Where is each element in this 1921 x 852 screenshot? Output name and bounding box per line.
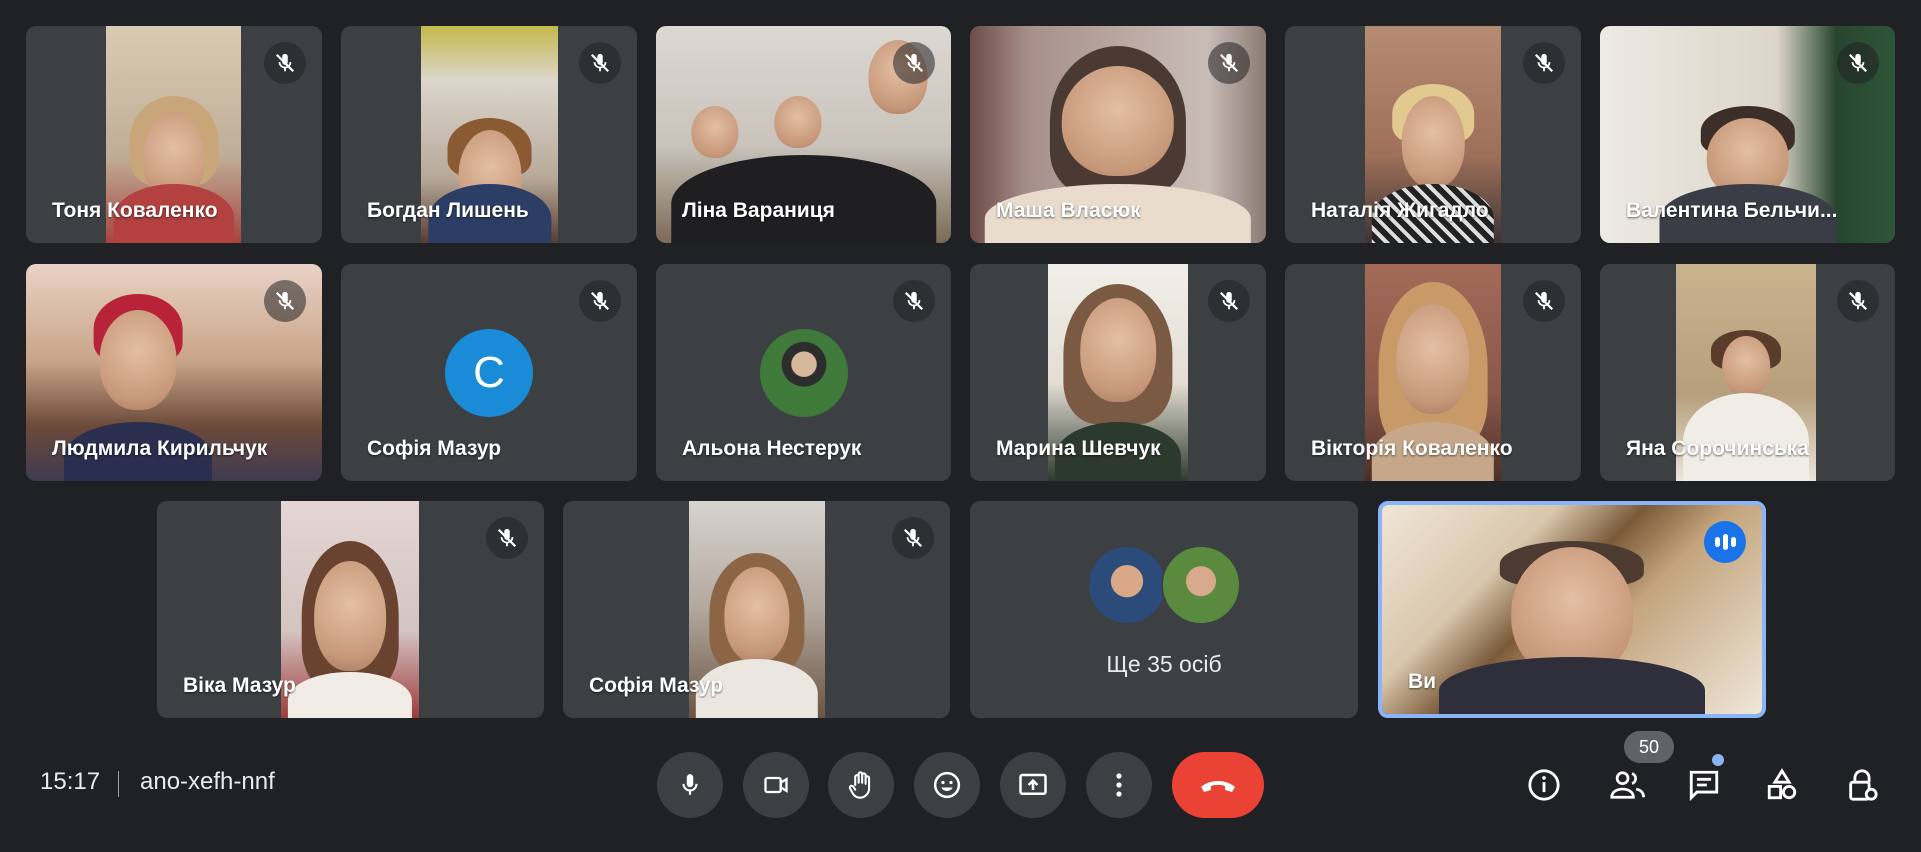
participant-name: Богдан Лишень: [367, 199, 529, 222]
reactions-button[interactable]: [914, 752, 980, 818]
more-participants-label: Ще 35 осіб: [1106, 651, 1222, 677]
participant-tile[interactable]: C Софія Мазур: [341, 264, 637, 481]
raise-hand-icon: [848, 771, 871, 799]
mic-off-icon: [893, 280, 935, 322]
end-call-icon: [1201, 781, 1235, 792]
mic-off-icon: [579, 42, 621, 84]
self-tile[interactable]: Ви: [1378, 501, 1766, 718]
meeting-time: 15:17: [40, 768, 101, 795]
mic-off-icon: [579, 280, 621, 322]
video-face: [724, 567, 790, 663]
activities-icon: [1767, 768, 1797, 800]
chat-icon: [1689, 770, 1719, 802]
participant-name: Маша Власюк: [996, 199, 1141, 222]
participant-name: Марина Шевчук: [996, 437, 1161, 460]
participant-name: Софія Мазур: [589, 674, 724, 697]
people-button[interactable]: [1606, 763, 1650, 807]
camera-icon: [764, 776, 788, 794]
video-face: [314, 561, 386, 671]
microphone-icon: [682, 774, 698, 795]
more-options-icon: [1116, 773, 1122, 797]
chat-button[interactable]: [1682, 763, 1726, 807]
participant-name: Валентина Бельчи...: [1626, 199, 1838, 222]
people-count-badge: 50: [1624, 731, 1674, 763]
participant-name: Альона Нестерук: [682, 437, 862, 460]
end-call-button[interactable]: [1172, 752, 1264, 818]
participant-tile[interactable]: Валентина Бельчи...: [1600, 26, 1895, 243]
video-clothes: [287, 671, 413, 718]
mic-off-icon: [1208, 42, 1250, 84]
participant-name: Віка Мазур: [183, 674, 296, 697]
video-face: [1080, 298, 1156, 402]
participant-tile[interactable]: Марина Шевчук: [970, 264, 1266, 481]
unread-indicator: [1712, 754, 1724, 766]
participant-name: Вікторія Коваленко: [1311, 437, 1513, 460]
mic-off-icon: [1523, 42, 1565, 84]
video-face: [1401, 96, 1465, 188]
divider: [118, 771, 119, 797]
participant-name: Софія Мазур: [367, 437, 502, 460]
info-icon: [1528, 769, 1560, 801]
video-clothes: [1439, 657, 1705, 714]
participant-tile[interactable]: Софія Мазур: [563, 501, 950, 718]
avatar: [1087, 545, 1167, 625]
more-participants-avatars: [1087, 545, 1241, 625]
emoji-icon: [933, 771, 961, 799]
avatar: C: [445, 328, 533, 417]
participant-tile[interactable]: Богдан Лишень: [341, 26, 637, 243]
participant-tile[interactable]: Вікторія Коваленко: [1285, 264, 1581, 481]
meeting-details-button[interactable]: [1522, 763, 1566, 807]
mic-off-icon: [893, 42, 935, 84]
video-face: [691, 106, 739, 158]
host-controls-icon: [1849, 769, 1878, 801]
video-face: [1061, 66, 1175, 176]
mic-off-icon: [1837, 280, 1879, 322]
participant-name: Тоня Коваленко: [52, 199, 218, 222]
participant-tile[interactable]: Тоня Коваленко: [26, 26, 322, 243]
participant-tile[interactable]: Альона Нестерук: [656, 264, 951, 481]
raise-hand-button[interactable]: [828, 752, 894, 818]
activities-button[interactable]: [1760, 763, 1804, 807]
people-icon: [1610, 771, 1645, 799]
participant-name: Наталія Жигадло: [1311, 199, 1489, 222]
participant-tile[interactable]: Яна Сорочинська: [1600, 264, 1895, 481]
participant-video: [281, 501, 419, 718]
camera-button[interactable]: [743, 752, 809, 818]
video-face: [1396, 304, 1470, 414]
meeting-code: ano-xefh-nnf: [140, 768, 275, 795]
mic-off-icon: [486, 517, 528, 559]
avatar: [1161, 545, 1241, 625]
self-name: Ви: [1408, 670, 1437, 693]
microphone-button[interactable]: [657, 752, 723, 818]
more-options-button[interactable]: [1086, 752, 1152, 818]
speaking-icon: [1704, 521, 1746, 563]
video-face: [774, 96, 822, 148]
mic-off-icon: [264, 280, 306, 322]
participant-tile[interactable]: Наталія Жигадло: [1285, 26, 1581, 243]
participant-name: Людмила Кирильчук: [52, 437, 268, 460]
mic-off-icon: [1837, 42, 1879, 84]
host-controls-button[interactable]: [1840, 763, 1884, 807]
mic-off-icon: [892, 517, 934, 559]
present-button[interactable]: [1000, 752, 1066, 818]
avatar: [759, 328, 848, 417]
video-face: [1722, 336, 1770, 396]
mic-off-icon: [1523, 280, 1565, 322]
more-participants-tile[interactable]: Ще 35 осіб: [970, 501, 1358, 718]
participant-name: Яна Сорочинська: [1626, 437, 1809, 460]
participant-name: Ліна Вараниця: [682, 199, 835, 222]
present-screen-icon: [1019, 773, 1047, 795]
participant-tile[interactable]: Маша Власюк: [970, 26, 1266, 243]
participant-tile[interactable]: Людмила Кирильчук: [26, 264, 322, 481]
mic-off-icon: [264, 42, 306, 84]
video-face: [99, 310, 177, 410]
participant-tile[interactable]: Віка Мазур: [157, 501, 544, 718]
participant-tile[interactable]: Ліна Вараниця: [656, 26, 951, 243]
mic-off-icon: [1208, 280, 1250, 322]
